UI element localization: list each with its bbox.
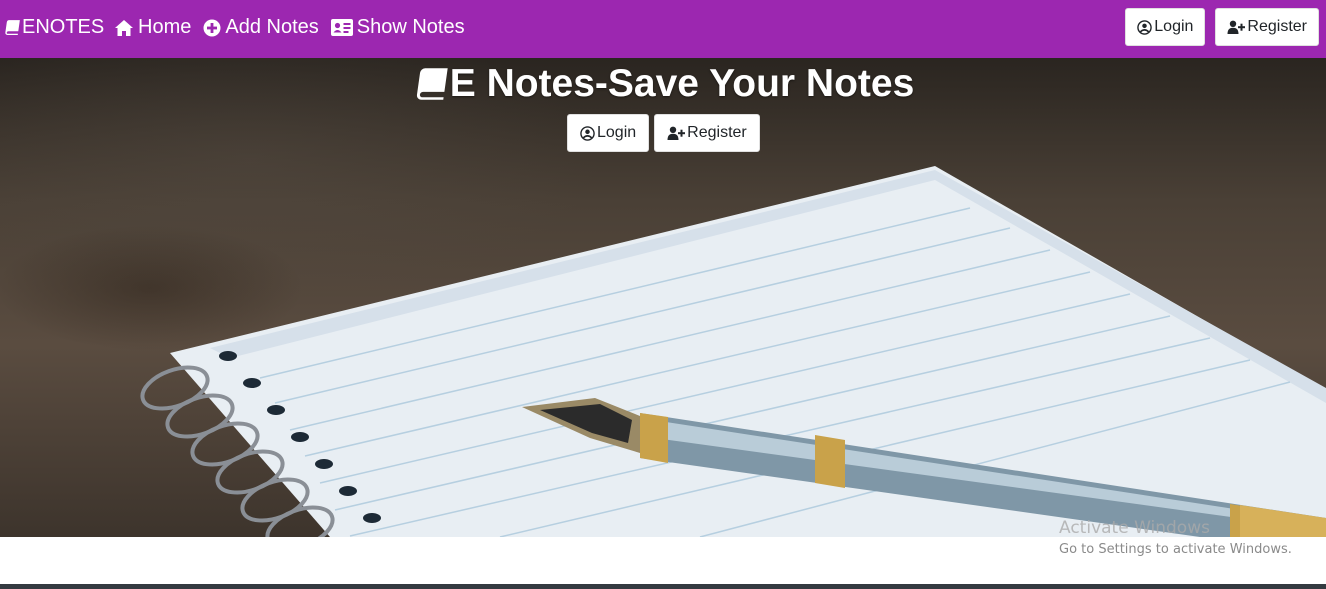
hero-login-button[interactable]: Login (567, 114, 650, 152)
hero-title-text: E Notes-Save Your Notes (449, 62, 915, 105)
hero-buttons: Login Register (567, 114, 760, 152)
nav-home[interactable]: Home (114, 16, 191, 39)
user-circle-icon (580, 125, 595, 141)
navbar-register-button[interactable]: Register (1215, 8, 1319, 46)
user-circle-icon (1137, 19, 1153, 35)
nav-links: Home Add Notes Show Notes (114, 16, 465, 39)
id-card-icon (330, 19, 353, 36)
nav-home-label: Home (138, 16, 192, 38)
plus-circle-icon (203, 19, 221, 37)
navbar-register-label: Register (1247, 18, 1307, 35)
hero-login-label: Login (597, 124, 637, 141)
footer-bar (0, 584, 1326, 589)
user-plus-icon (667, 126, 686, 140)
hero-title: E Notes-Save Your Notes (0, 62, 1326, 106)
hero-register-button[interactable]: Register (654, 114, 760, 152)
user-plus-icon (1227, 20, 1246, 34)
nav-add-notes-label: Add Notes (225, 16, 319, 38)
navbar: ENOTES Home Add Notes Show Notes Login R… (0, 0, 1326, 58)
hero-register-label: Register (687, 124, 747, 141)
watermark-line1: Activate Windows (1059, 518, 1210, 538)
nav-add-notes[interactable]: Add Notes (203, 16, 319, 39)
book-icon (3, 19, 20, 36)
brand-label: ENOTES (22, 16, 105, 38)
brand-link[interactable]: ENOTES (3, 16, 104, 39)
hero-section: E Notes-Save Your Notes Login Register (0, 58, 1326, 537)
nav-auth-buttons: Login Register (1125, 8, 1319, 46)
watermark-line2: Go to Settings to activate Windows. (1059, 542, 1292, 557)
windows-activation-watermark: Activate Windows Go to Settings to activ… (1059, 518, 1292, 557)
navbar-login-label: Login (1154, 18, 1194, 35)
home-icon (114, 19, 134, 37)
navbar-login-button[interactable]: Login (1125, 8, 1206, 46)
book-icon (412, 66, 448, 102)
nav-show-notes[interactable]: Show Notes (330, 16, 465, 39)
nav-show-notes-label: Show Notes (356, 16, 465, 38)
